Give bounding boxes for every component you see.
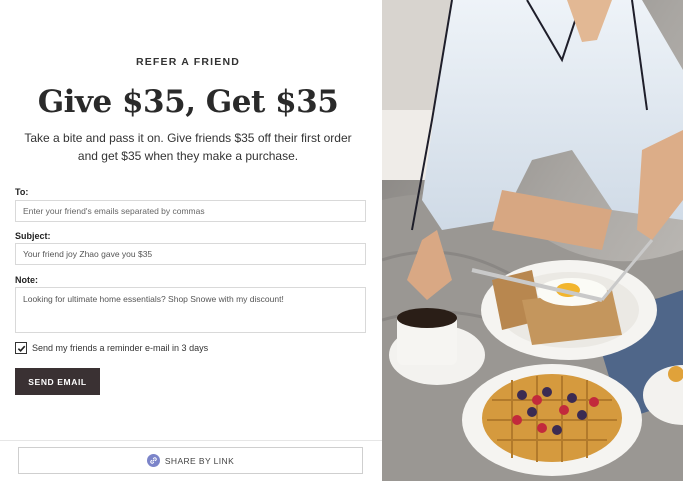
checkmark-icon — [17, 345, 25, 352]
to-email-input[interactable]: Enter your friend's emails separated by … — [15, 200, 366, 222]
to-placeholder: Enter your friend's emails separated by … — [23, 206, 205, 216]
reminder-row: Send my friends a reminder e-mail in 3 d… — [15, 342, 208, 354]
subtitle: Take a bite and pass it on. Give friends… — [24, 131, 352, 163]
eyebrow-title: REFER A FRIEND — [135, 56, 241, 68]
to-label: To: — [15, 187, 29, 197]
subject-label: Subject: — [15, 231, 51, 241]
reminder-checkbox[interactable] — [15, 342, 27, 354]
send-email-button[interactable]: SEND EMAIL — [15, 368, 100, 395]
share-by-link-button[interactable]: SHARE BY LINK — [18, 447, 363, 474]
note-textarea[interactable]: Looking for ultimate home essentials? Sh… — [15, 287, 366, 333]
reminder-label: Send my friends a reminder e-mail in 3 d… — [32, 343, 209, 353]
divider — [0, 440, 382, 441]
hero-image — [382, 0, 683, 481]
note-label: Note: — [15, 275, 38, 285]
share-by-link-label: SHARE BY LINK — [164, 455, 235, 466]
subject-input[interactable]: Your friend joy Zhao gave you $35 — [15, 243, 366, 265]
referral-panel: REFER A FRIEND Give $35, Get $35 Take a … — [0, 0, 382, 481]
subject-value: Your friend joy Zhao gave you $35 — [23, 249, 153, 259]
breakfast-photo-icon — [382, 0, 683, 481]
link-icon — [146, 454, 160, 467]
page-title: Give $35, Get $35 — [37, 84, 339, 120]
note-value: Looking for ultimate home essentials? Sh… — [23, 294, 284, 304]
